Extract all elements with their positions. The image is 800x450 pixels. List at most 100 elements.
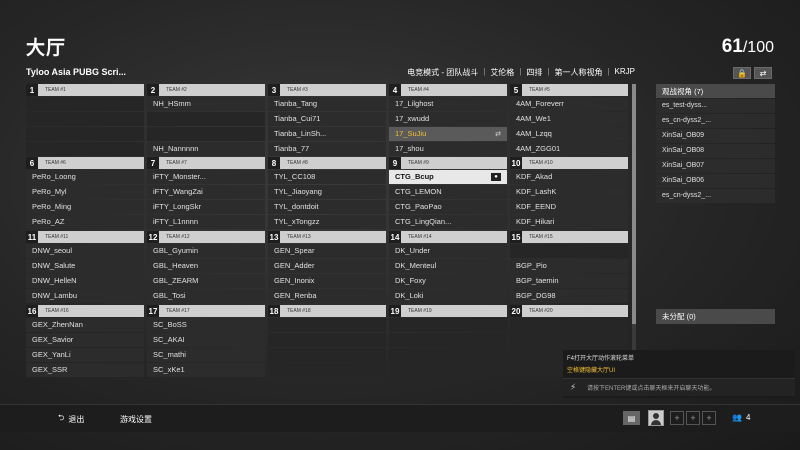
spectator-slot[interactable]: XinSai_OB09 xyxy=(656,128,775,143)
profile-icon[interactable]: ● xyxy=(491,172,501,181)
team-header[interactable]: 15 TEAM #15 xyxy=(510,231,628,243)
add-friend-icon[interactable]: + xyxy=(670,411,684,425)
player-slot[interactable]: 17_shou xyxy=(389,141,507,156)
add-friend-icon[interactable]: + xyxy=(702,411,716,425)
player-slot[interactable]: CTG_LEMON xyxy=(389,184,507,199)
spectator-slot[interactable]: XinSai_OB08 xyxy=(656,143,775,158)
team-header[interactable]: 20 TEAM #20 xyxy=(510,305,628,317)
player-slot[interactable] xyxy=(389,347,507,362)
team-header[interactable]: 5 TEAM #5 xyxy=(510,84,628,96)
spectator-slot[interactable]: XinSai_OB07 xyxy=(656,158,775,173)
spectator-slot[interactable]: es_cn-dyss2_... xyxy=(656,113,775,128)
swap-icon[interactable]: ⇄ xyxy=(495,130,501,138)
chat-toggle-icon[interactable]: ▤ xyxy=(623,411,640,425)
player-slot[interactable]: 4AM_Lzqq xyxy=(510,126,628,141)
player-slot[interactable] xyxy=(26,126,144,141)
player-slot[interactable]: SC_AKAI xyxy=(147,332,265,347)
player-slot[interactable]: BGP_DG98 xyxy=(510,288,628,303)
unassigned-header[interactable]: 未分配 (0) xyxy=(656,309,775,324)
spectator-header[interactable]: 观战视角 (7) xyxy=(656,84,775,98)
team-header[interactable]: 4 TEAM #4 xyxy=(389,84,507,96)
player-slot[interactable]: GEX_Savior xyxy=(26,332,144,347)
player-slot[interactable] xyxy=(268,332,386,347)
avatar[interactable] xyxy=(648,410,664,426)
team-header[interactable]: 16 TEAM #16 xyxy=(26,305,144,317)
player-slot[interactable] xyxy=(147,126,265,141)
team-header[interactable]: 19 TEAM #19 xyxy=(389,305,507,317)
team-header[interactable]: 2 TEAM #2 xyxy=(147,84,265,96)
player-slot[interactable]: KDF_EEND xyxy=(510,199,628,214)
player-slot[interactable] xyxy=(389,362,507,377)
player-slot[interactable]: GEN_Renba xyxy=(268,288,386,303)
team-header[interactable]: 9 TEAM #9 xyxy=(389,157,507,169)
player-slot[interactable]: DNW_Lambu xyxy=(26,288,144,303)
player-slot[interactable]: DNW_seoul xyxy=(26,243,144,258)
team-header[interactable]: 13 TEAM #13 xyxy=(268,231,386,243)
team-header[interactable]: 8 TEAM #8 xyxy=(268,157,386,169)
player-slot[interactable]: BGP_taemin xyxy=(510,273,628,288)
player-slot[interactable]: DK_Foxy xyxy=(389,273,507,288)
player-slot[interactable]: PeRo_Myl xyxy=(26,184,144,199)
player-slot[interactable] xyxy=(510,243,628,258)
player-slot[interactable]: GEX_ZhenNan xyxy=(26,317,144,332)
player-slot[interactable]: TYL_CC108 xyxy=(268,169,386,184)
chat-input[interactable]: ⚡ 请按下ENTER键或点击聊天框来开启聊天功能。 xyxy=(563,378,795,396)
spectator-slot[interactable]: es_test-dyss... xyxy=(656,98,775,113)
player-slot[interactable]: 17_Lilghost xyxy=(389,96,507,111)
player-slot[interactable]: Tianba_Tang xyxy=(268,96,386,111)
player-slot[interactable]: NH_HSmm xyxy=(147,96,265,111)
team-header[interactable]: 11 TEAM #11 xyxy=(26,231,144,243)
player-slot[interactable]: GEX_SSR xyxy=(26,362,144,377)
player-slot[interactable]: GEN_Inonix xyxy=(268,273,386,288)
add-friend-icon[interactable]: + xyxy=(686,411,700,425)
player-slot[interactable]: GEN_Adder xyxy=(268,258,386,273)
swap-icon[interactable]: ⇄ xyxy=(754,67,772,79)
player-slot[interactable] xyxy=(389,317,507,332)
player-slot[interactable]: NH_Nannnnn xyxy=(147,141,265,156)
player-slot[interactable] xyxy=(268,347,386,362)
player-slot[interactable]: iFTY_LongSkr xyxy=(147,199,265,214)
player-slot[interactable]: Tianba_Cui71 xyxy=(268,111,386,126)
player-slot[interactable]: DK_Under xyxy=(389,243,507,258)
player-slot[interactable]: SC_BoSS xyxy=(147,317,265,332)
player-slot[interactable]: 4AM_Foreverr xyxy=(510,96,628,111)
player-slot[interactable] xyxy=(268,317,386,332)
player-slot[interactable] xyxy=(510,332,628,347)
player-slot[interactable]: DNW_HelleN xyxy=(26,273,144,288)
player-slot[interactable]: GBL_ZEARM xyxy=(147,273,265,288)
team-header[interactable]: 14 TEAM #14 xyxy=(389,231,507,243)
player-slot[interactable]: KDF_Hikari xyxy=(510,214,628,229)
player-slot[interactable]: 17_SuJiu ⇄ xyxy=(389,126,507,141)
player-slot[interactable]: 4AM_ZGG01 xyxy=(510,141,628,156)
player-slot[interactable]: Tianba_LinSh... xyxy=(268,126,386,141)
player-slot[interactable]: SC_xKe1 xyxy=(147,362,265,377)
player-slot[interactable]: CTG_Bcup ● xyxy=(389,169,507,184)
team-header[interactable]: 12 TEAM #12 xyxy=(147,231,265,243)
player-slot[interactable] xyxy=(389,332,507,347)
player-slot[interactable]: DK_Loki xyxy=(389,288,507,303)
player-slot[interactable]: PeRo_AZ xyxy=(26,214,144,229)
player-slot[interactable]: iFTY_WangZai xyxy=(147,184,265,199)
player-slot[interactable]: 4AM_We1 xyxy=(510,111,628,126)
player-slot[interactable]: PeRo_Ming xyxy=(26,199,144,214)
player-slot[interactable] xyxy=(510,317,628,332)
lock-icon[interactable]: 🔒 xyxy=(733,67,751,79)
player-slot[interactable] xyxy=(26,111,144,126)
team-header[interactable]: 3 TEAM #3 xyxy=(268,84,386,96)
player-slot[interactable]: DK_Menteul xyxy=(389,258,507,273)
player-slot[interactable]: DNW_Salute xyxy=(26,258,144,273)
player-slot[interactable]: TYL_xTongzz xyxy=(268,214,386,229)
player-slot[interactable]: 17_xwudd xyxy=(389,111,507,126)
team-header[interactable]: 1 TEAM #1 xyxy=(26,84,144,96)
player-slot[interactable] xyxy=(26,96,144,111)
player-slot[interactable]: CTG_PaoPao xyxy=(389,199,507,214)
player-slot[interactable]: PeRo_Loong xyxy=(26,169,144,184)
team-header[interactable]: 7 TEAM #7 xyxy=(147,157,265,169)
player-slot[interactable]: GBL_Gyumin xyxy=(147,243,265,258)
player-slot[interactable]: GEX_YanLi xyxy=(26,347,144,362)
player-slot[interactable]: CTG_LingQian... xyxy=(389,214,507,229)
player-slot[interactable] xyxy=(26,141,144,156)
player-slot[interactable]: iFTY_Monster... xyxy=(147,169,265,184)
game-settings-button[interactable]: 游戏设置 xyxy=(120,411,152,427)
team-header[interactable]: 18 TEAM #18 xyxy=(268,305,386,317)
